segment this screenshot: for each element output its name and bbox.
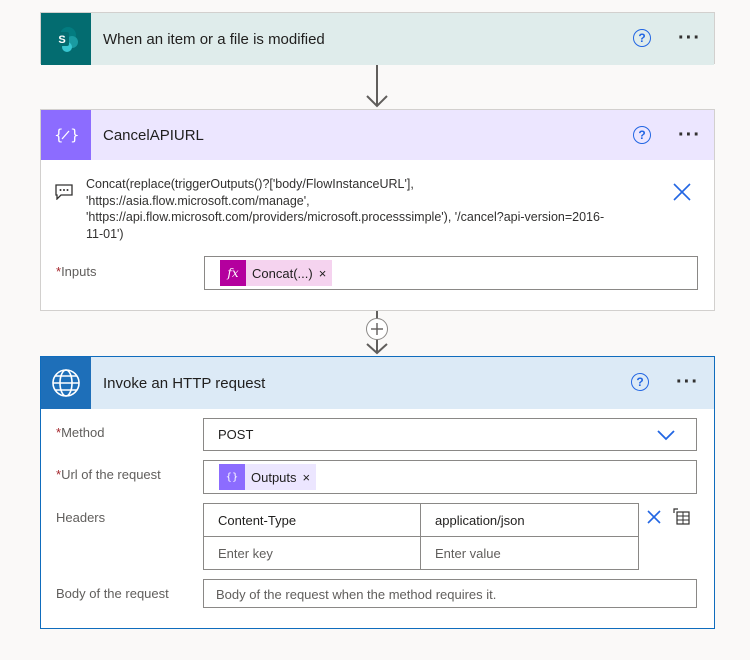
inputs-label: *Inputs — [56, 264, 97, 279]
globe-icon — [41, 357, 91, 409]
help-icon[interactable]: ? — [633, 29, 651, 47]
more-options-button[interactable]: ··· — [678, 125, 701, 145]
expression-line: 'https://api.flow.microsoft.com/provider… — [86, 210, 605, 224]
close-icon[interactable] — [673, 183, 691, 201]
header-key-placeholder: Enter key — [218, 546, 273, 561]
token-label: Concat(...) — [252, 265, 313, 281]
body-placeholder: Body of the request when the method requ… — [216, 587, 497, 602]
delete-header-icon[interactable] — [647, 510, 661, 524]
fx-icon: fx — [220, 260, 246, 286]
expression-text[interactable]: Concat(replace(triggerOutputs()?['body/F… — [86, 176, 666, 242]
svg-text:S: S — [58, 34, 65, 46]
token-label: Outputs — [251, 469, 297, 485]
expression-line: 11-01') — [86, 226, 124, 241]
switch-to-text-mode-icon[interactable] — [673, 508, 691, 526]
http-card[interactable]: Invoke an HTTP request ? ··· *Method POS… — [40, 356, 715, 629]
url-label: *Url of the request — [56, 467, 161, 482]
chevron-down-icon[interactable] — [657, 430, 675, 441]
svg-text:}: } — [70, 126, 79, 144]
header-value: application/json — [435, 513, 525, 528]
method-label: *Method — [56, 425, 105, 440]
plus-icon — [371, 323, 383, 335]
body-label: Body of the request — [56, 586, 169, 601]
header-key-input[interactable]: Enter key — [203, 536, 421, 570]
trigger-title: When an item or a file is modified — [103, 30, 325, 48]
header-value-placeholder: Enter value — [435, 546, 501, 561]
comment-icon[interactable] — [55, 184, 73, 200]
connector-arrow-1 — [366, 64, 388, 108]
outputs-token[interactable]: {} Outputs × — [219, 464, 317, 490]
compose-header[interactable]: { } CancelAPIURL ? ··· — [41, 110, 714, 160]
expression-token[interactable]: fx Concat(...) × — [220, 260, 333, 286]
more-options-button[interactable]: ··· — [678, 28, 701, 48]
more-options-button[interactable]: ··· — [676, 372, 699, 392]
http-title: Invoke an HTTP request — [103, 374, 266, 392]
header-key-field[interactable]: Content-Type — [203, 503, 421, 537]
expression-line: 'https://asia.flow.microsoft.com/manage'… — [86, 193, 310, 208]
compose-icon: { } — [41, 110, 91, 160]
trigger-card[interactable]: S When an item or a file is modified ? ·… — [40, 12, 715, 65]
header-value-field[interactable]: application/json — [420, 503, 639, 537]
compose-card[interactable]: { } CancelAPIURL ? ··· Concat(replace(tr… — [40, 109, 715, 311]
headers-label: Headers — [56, 510, 106, 525]
compose-token-icon: {} — [219, 464, 245, 490]
body-input[interactable]: Body of the request when the method requ… — [203, 579, 697, 608]
compose-title: CancelAPIURL — [103, 126, 204, 144]
inputs-field[interactable]: fx Concat(...) × — [204, 256, 698, 290]
header-key: Content-Type — [218, 513, 297, 528]
token-remove-button[interactable]: × — [319, 266, 333, 281]
trigger-header[interactable]: S When an item or a file is modified ? ·… — [41, 13, 714, 65]
sharepoint-icon: S — [41, 13, 91, 65]
http-header[interactable]: Invoke an HTTP request ? ··· — [41, 357, 714, 409]
url-field[interactable]: {} Outputs × — [203, 460, 697, 494]
help-icon[interactable]: ? — [633, 126, 651, 144]
expression-line: Concat(replace(triggerOutputs()?['body/F… — [86, 177, 414, 191]
token-remove-button[interactable]: × — [303, 470, 317, 485]
help-icon[interactable]: ? — [631, 373, 649, 391]
add-step-button[interactable] — [366, 318, 388, 340]
header-value-input[interactable]: Enter value — [420, 536, 639, 570]
method-select[interactable]: POST — [203, 418, 697, 451]
svg-text:{: { — [54, 126, 64, 144]
method-value: POST — [218, 427, 254, 442]
